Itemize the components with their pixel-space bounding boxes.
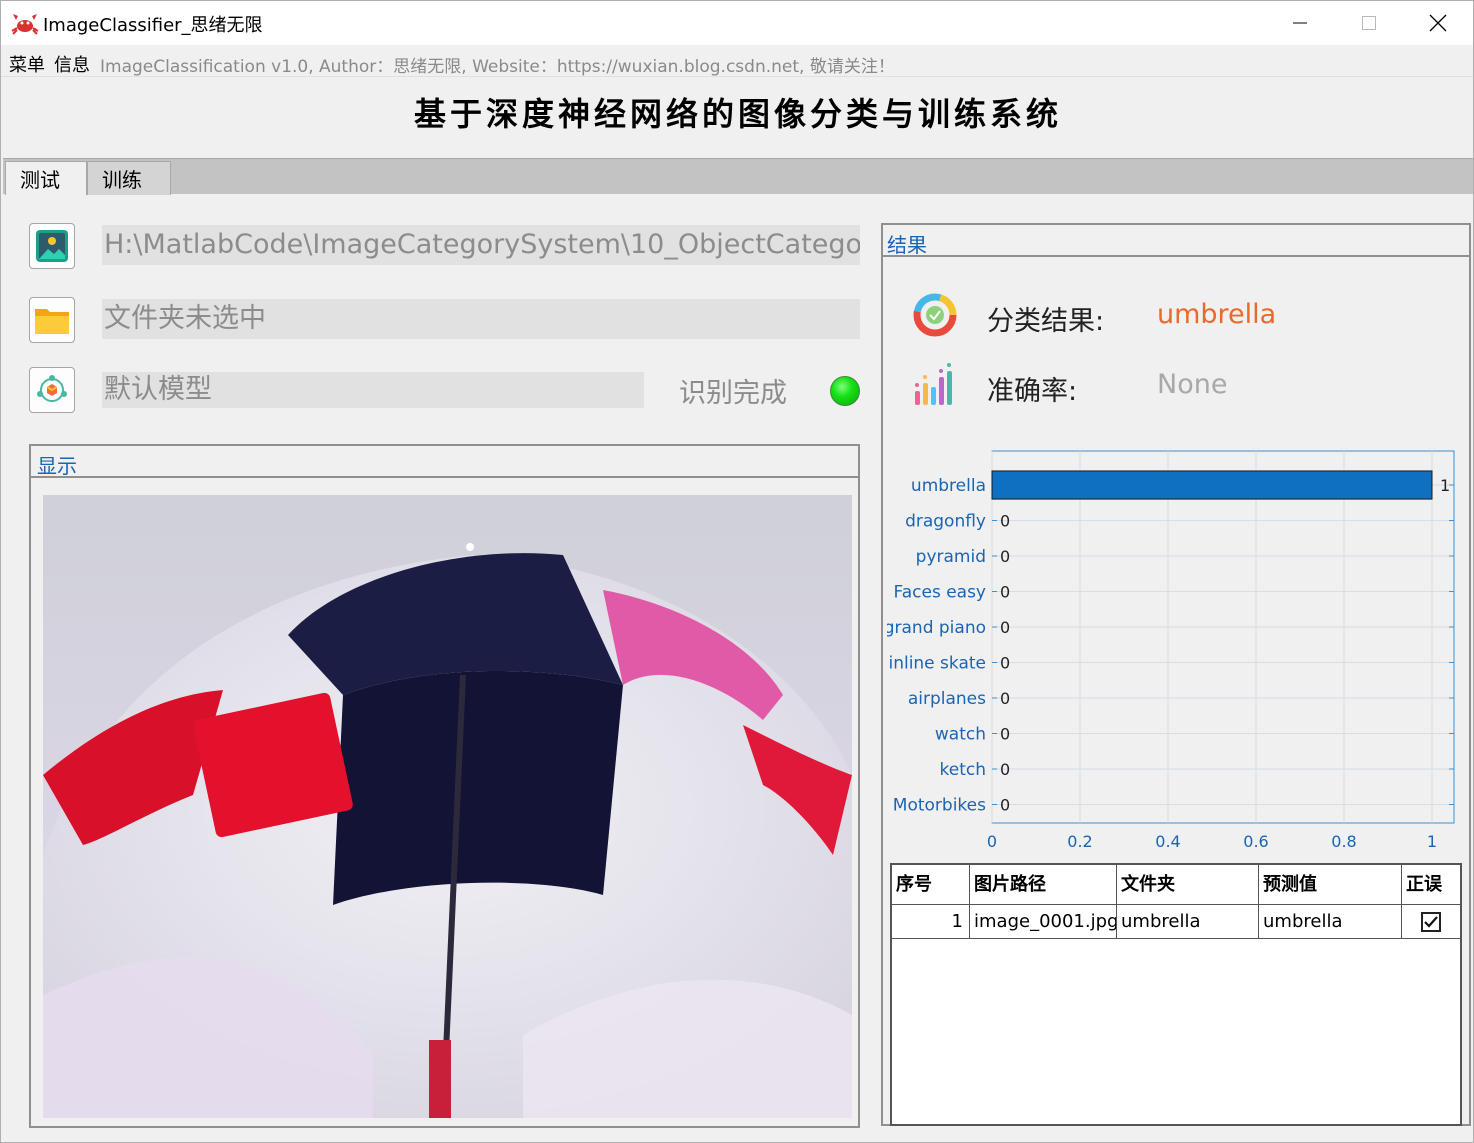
chart-plot-area (991, 450, 1455, 824)
menu-bar: 菜单 信息 ImageClassification v1.0, Author：思… (1, 45, 1473, 77)
app-window: ImageClassifier_思绪无限 菜单 信息 ImageClassifi… (0, 0, 1474, 1143)
folder-icon (35, 309, 69, 334)
table-cell-folder[interactable]: umbrella (1117, 905, 1259, 939)
select-folder-button[interactable] (29, 297, 75, 343)
accuracy-label: 准确率: (987, 376, 1078, 407)
chart-data-label: 0 (1000, 689, 1010, 708)
accuracy-value: None (1157, 369, 1228, 400)
menu-item-menu[interactable]: 菜单 (9, 51, 45, 77)
chart-data-label: 0 (1000, 583, 1010, 602)
chart-category-label: dragonfly (905, 512, 986, 532)
column-header-prediction[interactable]: 预测值 (1259, 865, 1402, 905)
chart-category-label: inline skate (888, 654, 986, 674)
display-panel-label: 显示 (37, 454, 77, 478)
table-cell-prediction[interactable]: umbrella (1259, 905, 1402, 939)
chart-category-label: Faces easy (894, 583, 987, 603)
close-icon (1429, 14, 1447, 32)
result-panel-label: 结果 (887, 233, 927, 257)
chart-data-label: 0 (1000, 725, 1010, 744)
app-info-text: ImageClassification v1.0, Author：思绪无限, W… (100, 57, 895, 77)
checkmark-icon (1424, 915, 1438, 928)
chart-data-label: 0 (1000, 512, 1010, 531)
minimize-icon (1293, 22, 1307, 24)
maximize-button[interactable] (1334, 1, 1404, 45)
chart-data-label: 0 (1000, 547, 1010, 566)
chart-data-label: 0 (1000, 654, 1010, 673)
status-indicator (830, 376, 860, 406)
chart-data-label: 0 (1000, 760, 1010, 779)
chart-bar (991, 470, 1433, 500)
image-path-field: H:\MatlabCode\ImageCategorySystem\10_Obj… (102, 225, 860, 265)
probability-chart-svg: 0 0.2 0.4 0.6 0.8 1 umbrella 1 dragonfly 0 pyramid… (884, 450, 1455, 851)
tab-train[interactable]: 训练 (87, 161, 171, 195)
results-table: 序号 图片路径 文件夹 预测值 正误 1 image_0001.jpg umbr… (890, 863, 1462, 1126)
status-text: 识别完成 (679, 378, 787, 409)
table-cell-path[interactable]: image_0001.jpg (970, 905, 1117, 939)
chart-x-tick-label: 0.4 (1155, 832, 1180, 851)
chart-category-label: grand piano (887, 618, 986, 638)
preview-image (43, 495, 852, 1118)
close-button[interactable] (1403, 1, 1473, 45)
correct-checkbox[interactable] (1421, 911, 1441, 932)
chart-x-tick-label: 0.8 (1331, 832, 1356, 851)
maximize-icon (1362, 16, 1376, 30)
tab-test[interactable]: 测试 (5, 161, 87, 195)
table-cell-index[interactable]: 1 (892, 905, 970, 939)
bar-chart-icon (915, 363, 952, 405)
image-icon (36, 230, 68, 262)
chart-category-label: umbrella (911, 476, 986, 496)
chart-data-label: 1 (1440, 476, 1450, 495)
chart-data-label: 0 (1000, 618, 1010, 637)
chart-category-label: ketch (940, 760, 986, 780)
chart-x-tick-label: 0.2 (1067, 832, 1092, 851)
display-panel-header: 显示 (31, 446, 858, 478)
chart-x-tick-label: 1 (1427, 832, 1437, 851)
chart-x-tick-label: 0.6 (1243, 832, 1268, 851)
column-header-correct[interactable]: 正误 (1402, 865, 1460, 905)
classification-value: umbrella (1157, 299, 1277, 330)
display-panel: 显示 (29, 444, 860, 1128)
chart-category-label: Motorbikes (893, 796, 986, 816)
chart-x-tick-label: 0 (987, 832, 997, 851)
chart-data-label: 0 (1000, 796, 1010, 815)
chart-category-label: airplanes (908, 689, 986, 709)
column-header-index[interactable]: 序号 (892, 865, 970, 905)
result-panel-header: 结果 (883, 225, 1469, 257)
select-image-button[interactable] (29, 223, 75, 269)
classification-label: 分类结果: (987, 306, 1105, 337)
window-title: ImageClassifier_思绪无限 (43, 15, 263, 36)
select-model-button[interactable] (29, 367, 75, 413)
page-title: 基于深度神经网络的图像分类与训练系统 (413, 95, 1062, 133)
column-header-path[interactable]: 图片路径 (970, 865, 1117, 905)
probability-chart: 0 0.2 0.4 0.6 0.8 1 umbrella 1 dragonfly 0 pyramid… (884, 447, 1467, 857)
column-header-folder[interactable]: 文件夹 (1117, 865, 1259, 905)
model-field: 默认模型 (102, 372, 644, 408)
model-icon (37, 375, 67, 402)
table-cell-correct[interactable] (1402, 905, 1460, 939)
chart-category-label: watch (935, 725, 986, 745)
chart-category-label: pyramid (916, 547, 986, 567)
menu-item-info[interactable]: 信息 (54, 51, 90, 77)
title-bar: ImageClassifier_思绪无限 (1, 1, 1473, 45)
folder-path-field: 文件夹未选中 (102, 299, 860, 339)
crab-icon (11, 14, 39, 35)
umbrella-illustration (43, 495, 852, 1118)
donut-chart-icon (913, 293, 957, 337)
minimize-button[interactable] (1265, 1, 1335, 45)
tab-bar: 测试 训练 (3, 158, 1473, 195)
